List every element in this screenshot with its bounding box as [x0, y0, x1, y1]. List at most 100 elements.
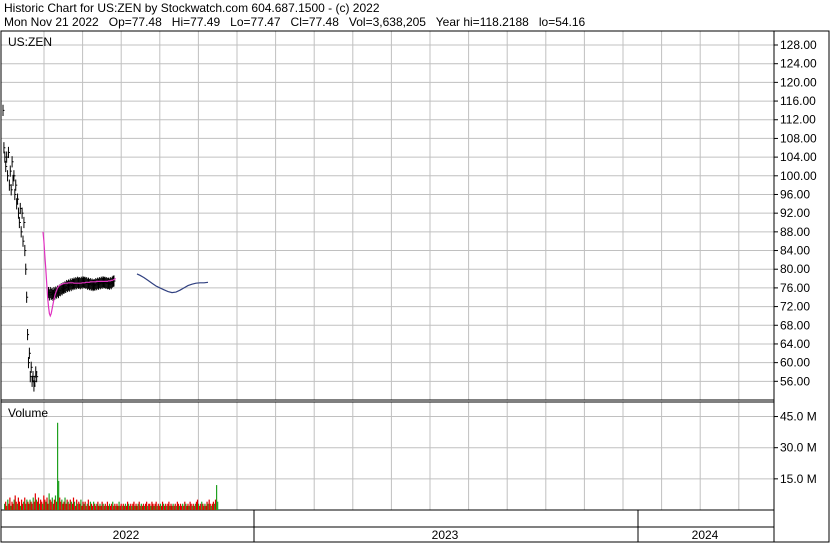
volume-bar: [100, 505, 102, 510]
volume-bar: [178, 505, 181, 510]
volume-bar: [139, 505, 141, 510]
volume-bar: [33, 501, 35, 510]
volume-bar: [7, 499, 9, 510]
volume-bar: [108, 503, 111, 510]
volume-bar: [53, 499, 56, 510]
volume-bar: [167, 503, 169, 510]
volume-bar: [66, 499, 68, 510]
outer-frame: [0, 30, 830, 543]
price-axis: 128.00 124.00 120.00 116.00 112.00 108.00 104.…: [774, 38, 817, 388]
volume-bar: [64, 497, 66, 510]
volume-bar: [173, 505, 175, 510]
volume-bar: [94, 503, 96, 510]
volume-bar: [185, 503, 187, 510]
volume-bar: [105, 505, 107, 510]
volume-bar: [211, 503, 213, 510]
volume-bar: [75, 505, 77, 510]
volume-tick-label: 45.0 M: [780, 410, 817, 424]
volume-bar: [189, 501, 191, 510]
volume-tick-label: 15.0 M: [780, 472, 817, 486]
volume-bar: [141, 505, 143, 510]
volume-bar: [175, 505, 177, 510]
year-labels: 2022 2023 2024: [113, 528, 719, 542]
volume-bar: [125, 505, 128, 510]
volume-bar: [117, 505, 119, 510]
price-tick-label: 56.00: [780, 374, 810, 388]
volume-bar: [32, 497, 34, 510]
volume-bar: [114, 503, 116, 510]
volume-bar: [121, 505, 123, 510]
volume-bar: [76, 499, 78, 510]
volume-bar: [154, 503, 156, 510]
volume-bar: [4, 503, 6, 510]
volume-bar: [71, 503, 74, 510]
volume-bar: [45, 501, 47, 510]
volume-bar: [201, 501, 203, 510]
volume-bar: [140, 503, 142, 510]
volume-bar: [62, 503, 64, 510]
volume-bar: [161, 501, 164, 510]
volume-bar: [79, 503, 81, 510]
volume-bar: [209, 503, 211, 510]
volume-bar: [210, 505, 212, 510]
volume-bar: [15, 501, 17, 510]
price-tick-label: 72.00: [780, 300, 810, 314]
volume-bar: [41, 501, 43, 510]
volume-bar: [8, 503, 10, 510]
volume-axis: 45.0 M 30.0 M 15.0 M: [774, 410, 817, 486]
volume-bar: [171, 505, 173, 510]
price-tick-label: 128.00: [780, 38, 817, 52]
volume-bar: [194, 503, 196, 510]
volume-bar: [137, 503, 139, 510]
volume-bar: [132, 503, 134, 510]
price-tick-label: 108.00: [780, 131, 817, 145]
volume-bar: [59, 497, 61, 510]
volume-bar: [55, 501, 58, 510]
volume-bar: [187, 503, 189, 510]
volume-bar: [184, 501, 186, 510]
volume-bar: [200, 503, 202, 510]
volume-bar: [130, 503, 132, 510]
volume-bar: [12, 503, 14, 510]
volume-bar: [131, 505, 133, 510]
volume-bar: [107, 505, 110, 510]
volume-bar: [202, 503, 204, 510]
volume-bar: [204, 503, 206, 510]
volume-bar: [103, 505, 105, 510]
volume-bar: [86, 503, 88, 510]
volume-bar: [155, 501, 157, 510]
price-tick-label: 104.00: [780, 150, 817, 164]
price-tick-label: 68.00: [780, 318, 810, 332]
volume-bar: [191, 505, 193, 510]
volume-bar: [95, 505, 97, 510]
volume-bar: [23, 501, 25, 510]
volume-bar: [118, 501, 120, 510]
volume-bar: [124, 503, 127, 510]
volume-bar: [99, 503, 101, 510]
volume-bar: [72, 497, 75, 510]
volume-bar: [40, 499, 42, 510]
volume-bar: [136, 505, 138, 510]
volume-bar: [174, 503, 176, 510]
volume-bar: [17, 497, 19, 510]
volume-bar: [147, 505, 149, 510]
volume-bar: [193, 505, 195, 510]
volume-bar: [207, 503, 209, 510]
volume-bar: [181, 505, 183, 510]
volume-bar: [170, 503, 172, 510]
volume-bar: [69, 499, 71, 510]
price-tick-label: 88.00: [780, 225, 810, 239]
volume-bar: [143, 505, 146, 510]
volume-bar: [77, 503, 79, 510]
volume-bar: [148, 503, 150, 510]
volume-bar: [213, 503, 216, 510]
volume-bar: [166, 505, 168, 510]
volume-bar: [165, 503, 167, 510]
price-tick-label: 120.00: [780, 75, 817, 89]
volume-bar: [197, 503, 200, 510]
volume-bar: [28, 503, 30, 510]
volume-bar: [205, 505, 207, 510]
volume-bar: [151, 501, 153, 510]
volume-bar: [93, 501, 95, 510]
volume-bar: [186, 505, 188, 510]
